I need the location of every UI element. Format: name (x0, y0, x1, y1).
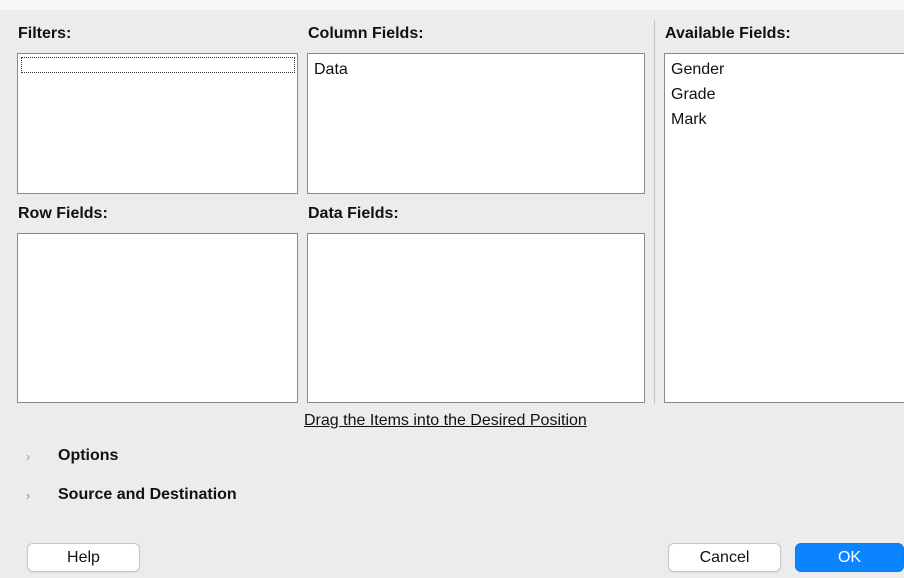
filters-box[interactable] (17, 53, 298, 194)
drag-hint-text: Drag the Items into the Desired Position (304, 412, 587, 429)
source-destination-expander[interactable]: › Source and Destination (20, 483, 237, 507)
column-fields-box[interactable]: Data (307, 53, 645, 194)
cancel-button[interactable]: Cancel (668, 543, 781, 572)
column-fields-label: Column Fields: (308, 25, 424, 42)
focus-indicator (21, 57, 295, 73)
ok-button[interactable]: OK (795, 543, 904, 572)
options-expander[interactable]: › Options (20, 444, 119, 468)
data-fields-label: Data Fields: (308, 205, 399, 222)
vertical-divider (654, 20, 655, 404)
column-field-item-data[interactable]: Data (308, 57, 644, 82)
filters-label: Filters: (18, 25, 72, 42)
row-fields-label: Row Fields: (18, 205, 108, 222)
data-fields-box[interactable] (307, 233, 645, 403)
chevron-right-icon: › (25, 448, 31, 464)
row-fields-box[interactable] (17, 233, 298, 403)
available-field-item-gender[interactable]: Gender (665, 57, 904, 82)
help-button[interactable]: Help (27, 543, 140, 572)
available-field-item-mark[interactable]: Mark (665, 107, 904, 132)
options-label: Options (58, 447, 119, 464)
available-fields-box[interactable]: Gender Grade Mark (664, 53, 904, 403)
available-field-item-grade[interactable]: Grade (665, 82, 904, 107)
available-fields-label: Available Fields: (665, 25, 791, 42)
source-destination-label: Source and Destination (58, 486, 237, 503)
chevron-right-icon: › (25, 487, 31, 503)
dialog-top-strip (0, 0, 904, 10)
